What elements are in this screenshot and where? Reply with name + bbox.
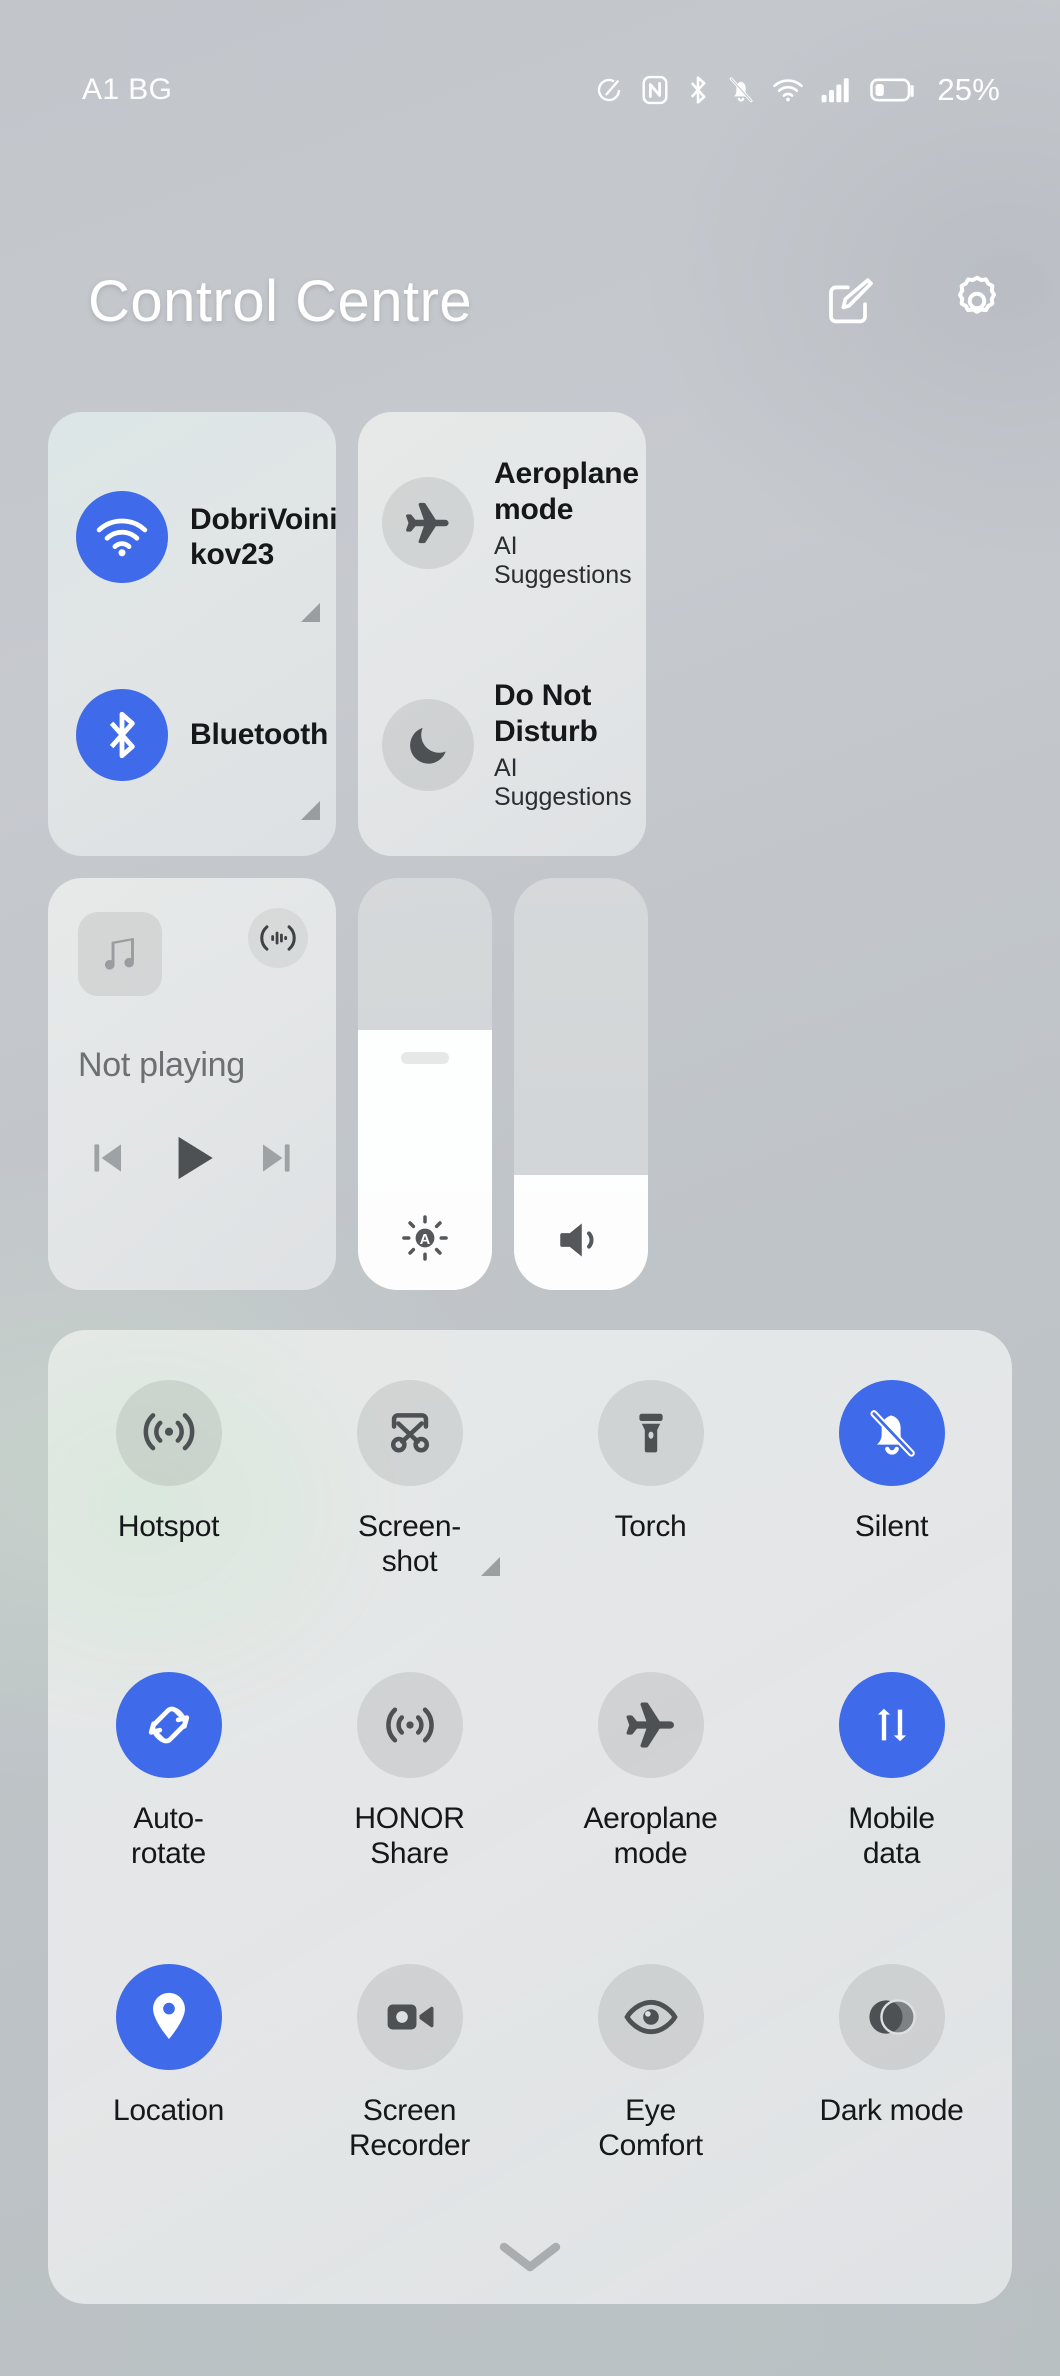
media-player-card[interactable]: Not playing [48,878,336,1290]
aeroplane-ai-suggestion: AI Suggestions [494,532,632,589]
connectivity-row: DobriVoini kov23 Bluetooth Aeroplane mod… [48,412,1012,856]
toggle-screen-recorder-label: Screen Recorder [349,2094,470,2162]
toggle-aeroplane-mode[interactable]: Aeroplane mode [530,1662,771,1954]
collapse-handle[interactable] [48,2240,1012,2274]
toggle-mobile-data[interactable]: Mobile data [771,1662,1012,1954]
toggle-aeroplane-mode-label: Aeroplane mode [583,1802,718,1870]
aeroplane-dnd-card: Aeroplane mode AI Suggestions Do Not Dis… [358,412,646,856]
music-note-icon [104,937,134,970]
toggle-honor-share[interactable]: HONOR Share [289,1662,530,1954]
status-icons: 25% [594,72,1000,108]
silent-bell-icon [838,1380,945,1486]
speaker-icon [514,1218,648,1262]
mobile-data-icon [838,1672,945,1778]
album-art-placeholder [78,912,162,996]
aeroplane-icon [382,477,474,569]
quick-toggles-card: Hotspot Screen- shot Torch Silent Auto- … [48,1330,1012,2304]
toggle-dark-mode[interactable]: Dark mode [771,1954,1012,2246]
bluetooth-icon [686,74,710,106]
toggle-screen-recorder[interactable]: Screen Recorder [289,1954,530,2246]
battery-percent-label: 25% [937,72,1000,107]
aeroplane-label-line1: Aeroplane [494,457,639,491]
bluetooth-toggle[interactable]: Bluetooth [48,636,336,834]
audio-output-icon[interactable] [248,908,308,968]
toggle-auto-rotate-label: Auto- rotate [131,1802,206,1870]
control-centre-header: Control Centre [0,262,1060,340]
toggle-dark-mode-label: Dark mode [819,2094,964,2127]
toggle-hotspot-label: Hotspot [117,1510,220,1543]
honor-share-icon [356,1672,463,1778]
page-title: Control Centre [88,268,473,334]
skip-next-icon[interactable] [252,1134,300,1187]
quick-toggles-grid: Hotspot Screen- shot Torch Silent Auto- … [48,1370,1012,2246]
play-icon[interactable] [161,1127,223,1194]
aeroplane-mode-text: Aeroplane mode AI Suggestions [494,456,639,589]
toggle-torch[interactable]: Torch [530,1370,771,1662]
volume-slider[interactable] [514,878,648,1290]
wifi-icon [76,491,168,583]
media-controls [78,1127,306,1194]
aeroplane-mode-toggle[interactable]: Aeroplane mode AI Suggestions [358,412,646,634]
moon-icon [382,699,474,791]
toggle-torch-label: Torch [614,1510,687,1543]
signal-bars-icon [821,76,853,104]
toggle-mobile-data-label: Mobile data [848,1802,935,1870]
location-pin-icon [115,1964,222,2070]
chevron-down-icon [499,2242,561,2272]
status-bar: A1 BG 25% [0,0,1060,180]
wifi-expand-indicator[interactable] [301,603,320,622]
dark-mode-icon [838,1964,945,2070]
eye-icon [597,1964,704,2070]
header-actions [812,262,1016,340]
carrier-label: A1 BG [82,73,173,106]
brightness-slider-grip[interactable] [401,1052,449,1065]
toggle-location[interactable]: Location [48,1954,289,2246]
media-and-sliders-row: Not playing A [48,878,1012,1290]
auto-brightness-icon: A [358,1214,492,1262]
wifi-toggle[interactable]: DobriVoini kov23 [48,438,338,636]
toggle-silent-label: Silent [854,1510,929,1543]
toggle-location-label: Location [112,2094,225,2127]
toggle-screenshot-label: Screen- shot [358,1510,461,1578]
toggle-hotspot[interactable]: Hotspot [48,1370,289,1662]
toggle-honor-share-label: HONOR Share [354,1802,465,1870]
bluetooth-expand-indicator[interactable] [301,801,320,820]
silent-bell-icon [727,75,755,105]
skip-previous-icon[interactable] [84,1134,132,1187]
do-not-disturb-toggle[interactable]: Do Not Disturb AI Suggestions [358,634,646,856]
torch-icon [597,1380,704,1486]
dnd-label-line2: Disturb [494,714,598,748]
toggle-eye-comfort[interactable]: Eye Comfort [530,1954,771,2246]
hotspot-icon [115,1380,222,1486]
data-saver-icon [594,75,624,105]
toggle-auto-rotate[interactable]: Auto- rotate [48,1662,289,1954]
gear-icon[interactable] [938,262,1016,340]
screenshot-expand-indicator[interactable] [481,1557,500,1576]
brightness-slider[interactable]: A [358,878,492,1290]
screenshot-icon [356,1380,463,1486]
wifi-ssid-label: DobriVoini kov23 [190,502,338,573]
now-playing-label: Not playing [78,1046,245,1084]
aeroplane-icon [597,1672,704,1778]
wifi-icon [772,76,804,104]
dnd-text: Do Not Disturb AI Suggestions [494,678,632,811]
toggle-screenshot[interactable]: Screen- shot [289,1370,530,1662]
aeroplane-label-line2: mode [494,492,574,526]
auto-rotate-icon [115,1672,222,1778]
toggle-eye-comfort-label: Eye Comfort [598,2094,703,2162]
wifi-ssid-line1: DobriVoini [190,502,338,536]
svg-text:A: A [420,1232,431,1248]
bluetooth-label: Bluetooth [190,718,329,752]
wifi-bluetooth-card: DobriVoini kov23 Bluetooth [48,412,338,856]
screen-recorder-icon [356,1964,463,2070]
edit-pencil-square-icon[interactable] [812,262,890,340]
battery-icon [870,76,916,104]
nfc-icon [641,75,669,105]
dnd-ai-suggestion: AI Suggestions [494,754,632,811]
bluetooth-icon [76,689,168,781]
toggle-silent[interactable]: Silent [771,1370,1012,1662]
wifi-ssid-line2: kov23 [190,538,275,571]
dnd-label-line1: Do Not [494,679,592,713]
